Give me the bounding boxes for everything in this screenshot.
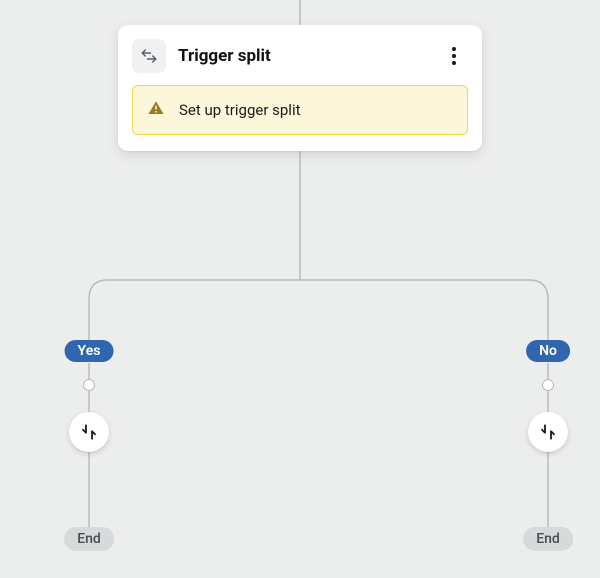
setup-warning[interactable]: Set up trigger split [132, 85, 468, 135]
card-menu-button[interactable] [440, 42, 468, 70]
warning-text: Set up trigger split [179, 101, 301, 119]
more-icon [452, 47, 456, 65]
connector-dot-no[interactable] [542, 379, 554, 391]
split-arrows-icon [539, 423, 557, 441]
trigger-split-icon [132, 39, 166, 73]
add-step-node-no[interactable] [528, 412, 568, 452]
end-node-yes: End [64, 527, 114, 551]
card-title: Trigger split [178, 46, 428, 66]
branch-badge-yes: Yes [65, 340, 114, 362]
branch-badge-no: No [526, 340, 570, 362]
split-arrows-icon [80, 423, 98, 441]
warning-icon [147, 99, 165, 121]
trigger-split-card[interactable]: Trigger split Set up trigger split [118, 25, 482, 151]
add-step-node-yes[interactable] [69, 412, 109, 452]
end-node-no: End [523, 527, 573, 551]
connector-dot-yes[interactable] [83, 379, 95, 391]
flow-canvas: Trigger split Set up trigger split Yes [0, 0, 600, 578]
card-header: Trigger split [132, 39, 468, 73]
